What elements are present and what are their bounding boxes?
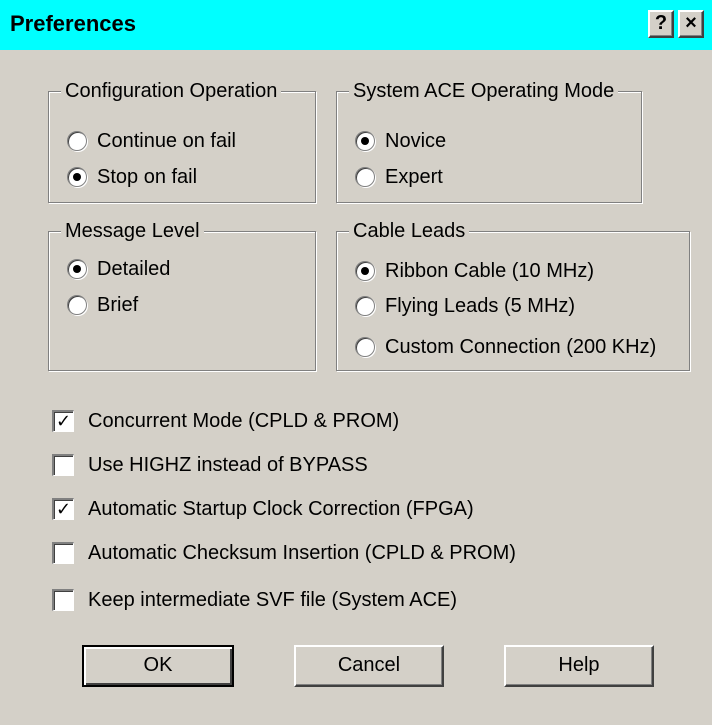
- checkbox-checked-icon: ✓: [52, 498, 74, 520]
- radio-icon: [355, 337, 375, 357]
- system-ace-mode-group: System ACE Operating Mode Novice Expert: [336, 77, 642, 203]
- radio-selected-icon: [355, 261, 375, 281]
- radio-label: Detailed: [97, 257, 171, 280]
- radio-detailed[interactable]: Detailed: [67, 254, 170, 284]
- radio-icon: [67, 131, 87, 151]
- cancel-button[interactable]: Cancel: [294, 645, 444, 687]
- radio-label: Stop on fail: [97, 165, 198, 188]
- radio-flying-leads[interactable]: Flying Leads (5 MHz): [355, 291, 575, 321]
- checkbox-keep-svf-file[interactable]: Keep intermediate SVF file (System ACE): [52, 585, 457, 615]
- radio-icon: [67, 295, 87, 315]
- ok-button[interactable]: OK: [82, 645, 234, 687]
- checkbox-icon: [52, 542, 74, 564]
- radio-icon: [355, 296, 375, 316]
- cable-leads-legend: Cable Leads: [349, 217, 470, 245]
- preferences-dialog: Preferences ? × Configuration Operation …: [0, 0, 712, 725]
- radio-stop-on-fail[interactable]: Stop on fail: [67, 162, 197, 192]
- radio-label: Continue on fail: [97, 129, 236, 152]
- help-button[interactable]: Help: [504, 645, 654, 687]
- radio-continue-on-fail[interactable]: Continue on fail: [67, 126, 236, 156]
- radio-label: Ribbon Cable (10 MHz): [385, 259, 594, 282]
- checkbox-label: Concurrent Mode (CPLD & PROM): [88, 409, 400, 432]
- radio-brief[interactable]: Brief: [67, 290, 138, 320]
- radio-selected-icon: [355, 131, 375, 151]
- checkbox-use-highz[interactable]: Use HIGHZ instead of BYPASS: [52, 450, 368, 480]
- radio-ribbon-cable[interactable]: Ribbon Cable (10 MHz): [355, 256, 594, 286]
- system-ace-mode-legend: System ACE Operating Mode: [349, 77, 619, 105]
- checkbox-label: Automatic Startup Clock Correction (FPGA…: [88, 497, 474, 520]
- help-icon[interactable]: ?: [648, 10, 674, 38]
- checkbox-icon: [52, 454, 74, 476]
- message-level-legend: Message Level: [61, 217, 204, 245]
- radio-label: Brief: [97, 293, 139, 316]
- radio-label: Custom Connection (200 KHz): [385, 335, 657, 358]
- radio-label: Expert: [385, 165, 443, 188]
- config-operation-group: Configuration Operation Continue on fail…: [48, 77, 316, 203]
- close-icon[interactable]: ×: [678, 10, 704, 38]
- message-level-group: Message Level Detailed Brief: [48, 217, 316, 371]
- title-bar: Preferences ? ×: [0, 0, 712, 50]
- checkbox-label: Use HIGHZ instead of BYPASS: [88, 453, 368, 476]
- radio-icon: [355, 167, 375, 187]
- checkbox-label: Automatic Checksum Insertion (CPLD & PRO…: [88, 541, 516, 564]
- config-operation-legend: Configuration Operation: [61, 77, 282, 105]
- checkbox-startup-clock-correction[interactable]: ✓ Automatic Startup Clock Correction (FP…: [52, 494, 474, 524]
- window-title: Preferences: [10, 11, 136, 36]
- checkbox-icon: [52, 589, 74, 611]
- radio-novice[interactable]: Novice: [355, 126, 446, 156]
- checkbox-checksum-insertion[interactable]: Automatic Checksum Insertion (CPLD & PRO…: [52, 538, 516, 568]
- radio-custom-connection[interactable]: Custom Connection (200 KHz): [355, 332, 656, 362]
- radio-selected-icon: [67, 167, 87, 187]
- checkbox-concurrent-mode[interactable]: ✓ Concurrent Mode (CPLD & PROM): [52, 406, 399, 436]
- radio-expert[interactable]: Expert: [355, 162, 443, 192]
- radio-label: Novice: [385, 129, 447, 152]
- cable-leads-group: Cable Leads Ribbon Cable (10 MHz) Flying…: [336, 217, 690, 371]
- checkbox-label: Keep intermediate SVF file (System ACE): [88, 588, 458, 611]
- radio-selected-icon: [67, 259, 87, 279]
- radio-label: Flying Leads (5 MHz): [385, 294, 576, 317]
- checkbox-checked-icon: ✓: [52, 410, 74, 432]
